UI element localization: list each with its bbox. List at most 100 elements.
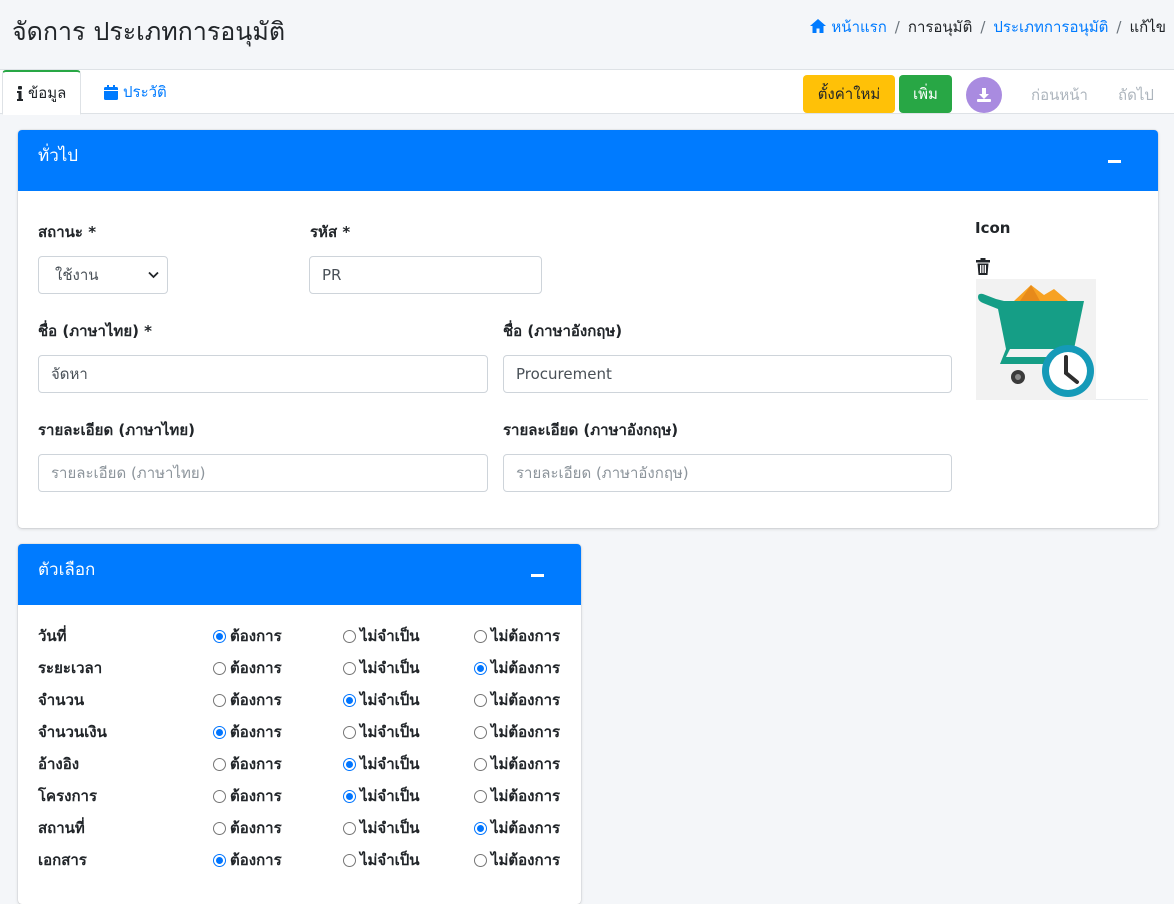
status-label: สถานะ *: [38, 223, 97, 241]
option-radio[interactable]: ต้องการ: [213, 720, 282, 744]
option-row-label: เอกสาร: [38, 851, 87, 869]
code-input[interactable]: PR: [309, 256, 542, 294]
prev-button[interactable]: ก่อนหน้า: [1031, 83, 1088, 107]
option-radio[interactable]: ไม่ต้องการ: [474, 656, 560, 680]
radio-button[interactable]: [213, 821, 226, 835]
option-radio[interactable]: ไม่ต้องการ: [474, 784, 560, 808]
radio-label: ไม่ต้องการ: [491, 723, 561, 741]
option-radio[interactable]: ต้องการ: [213, 848, 282, 872]
radio-button[interactable]: [213, 757, 226, 771]
radio-button[interactable]: [474, 789, 487, 803]
radio-button[interactable]: [343, 661, 356, 675]
radio-label: ไม่จำเป็น: [360, 851, 420, 869]
radio-label: ไม่ต้องการ: [491, 787, 561, 805]
radio-button[interactable]: [213, 629, 226, 643]
option-row-label: อ้างอิง: [38, 755, 80, 773]
desc-en-input[interactable]: รายละเอียด (ภาษาอังกฤษ): [503, 454, 952, 492]
radio-button[interactable]: [213, 693, 226, 707]
download-icon: [977, 88, 991, 102]
radio-button[interactable]: [343, 821, 356, 835]
option-radio[interactable]: ไม่ต้องการ: [474, 720, 560, 744]
option-radio[interactable]: ต้องการ: [213, 624, 282, 648]
icon-preview: [976, 279, 1148, 400]
option-radio[interactable]: ไม่จำเป็น: [343, 656, 420, 680]
option-radio[interactable]: ไม่ต้องการ: [474, 752, 560, 776]
radio-button[interactable]: [474, 661, 487, 675]
name-th-input[interactable]: จัดหา: [38, 355, 488, 393]
breadcrumb-item-approval-type[interactable]: ประเภทการอนุมัติ: [993, 15, 1108, 39]
tab-history-label: ประวัติ: [123, 83, 167, 101]
radio-button[interactable]: [474, 629, 487, 643]
toolbar: ข้อมูล ประวัติ ตั้งค่าใหม่ เพิ่ม ก่อนหน้…: [0, 70, 1174, 115]
page-title-prefix: จัดการ: [12, 17, 86, 46]
breadcrumb-home[interactable]: หน้าแรก: [809, 15, 887, 39]
general-card-title: ทั่วไป: [38, 146, 79, 166]
status-select[interactable]: ใช้งาน: [38, 256, 168, 294]
radio-button[interactable]: [474, 853, 487, 867]
add-button[interactable]: เพิ่ม: [899, 75, 952, 113]
desc-th-input[interactable]: รายละเอียด (ภาษาไทย): [38, 454, 488, 492]
radio-button[interactable]: [213, 661, 226, 675]
icon-label: Icon: [975, 219, 1011, 237]
breadcrumb-separator: /: [894, 18, 900, 36]
radio-button[interactable]: [343, 725, 356, 739]
radio-button[interactable]: [343, 629, 356, 643]
breadcrumb-separator: /: [1116, 18, 1122, 36]
radio-label: ไม่ต้องการ: [491, 819, 561, 837]
option-radio[interactable]: ไม่จำเป็น: [343, 720, 420, 744]
tab-info[interactable]: ข้อมูล: [2, 70, 82, 115]
radio-label: ต้องการ: [230, 755, 282, 773]
radio-label: ไม่จำเป็น: [360, 627, 420, 645]
radio-button[interactable]: [213, 853, 226, 867]
name-en-label: ชื่อ (ภาษาอังกฤษ): [503, 322, 623, 340]
name-en-input[interactable]: Procurement: [503, 355, 952, 393]
option-radio[interactable]: ต้องการ: [213, 784, 282, 808]
next-button[interactable]: ถัดไป: [1118, 83, 1154, 107]
options-card-title: ตัวเลือก: [38, 560, 96, 580]
collapse-options-button[interactable]: [531, 566, 545, 580]
reset-button[interactable]: ตั้งค่าใหม่: [803, 75, 895, 113]
radio-button[interactable]: [474, 757, 487, 771]
radio-label: ไม่จำเป็น: [360, 819, 420, 837]
option-radio[interactable]: ไม่จำเป็น: [343, 688, 420, 712]
breadcrumb-current: แก้ไข: [1129, 18, 1166, 36]
radio-button[interactable]: [343, 693, 356, 707]
option-radio[interactable]: ต้องการ: [213, 816, 282, 840]
collapse-general-button[interactable]: [1108, 152, 1122, 166]
radio-button[interactable]: [343, 757, 356, 771]
radio-button[interactable]: [474, 725, 487, 739]
option-radio[interactable]: ต้องการ: [213, 752, 282, 776]
radio-button[interactable]: [343, 853, 356, 867]
option-radio[interactable]: ไม่จำเป็น: [343, 752, 420, 776]
option-row-label: ระยะเวลา: [38, 659, 103, 677]
content-header: จัดการ ประเภทการอนุมัติ หน้าแรก / การอนุ…: [0, 0, 1174, 70]
code-label: รหัส *: [310, 223, 351, 241]
radio-label: ต้องการ: [230, 787, 282, 805]
option-radio[interactable]: ไม่จำเป็น: [343, 624, 420, 648]
radio-button[interactable]: [343, 789, 356, 803]
option-radio[interactable]: ต้องการ: [213, 688, 282, 712]
option-radio[interactable]: ไม่ต้องการ: [474, 624, 560, 648]
home-icon: [810, 19, 827, 33]
trash-icon[interactable]: [976, 258, 990, 275]
download-button[interactable]: [966, 77, 1002, 113]
option-radio[interactable]: ไม่ต้องการ: [474, 816, 560, 840]
option-radio[interactable]: ไม่ต้องการ: [474, 688, 560, 712]
option-row: เอกสาร ต้องการ ไม่จำเป็น ไม่ต้องการ: [38, 848, 578, 872]
radio-label: ไม่จำเป็น: [360, 659, 420, 677]
radio-button[interactable]: [474, 693, 487, 707]
radio-button[interactable]: [213, 725, 226, 739]
option-radio[interactable]: ต้องการ: [213, 656, 282, 680]
option-radio[interactable]: ไม่จำเป็น: [343, 784, 420, 808]
options-card: ตัวเลือก วันที่ ต้องการ ไม่จำเป็น ไม่ต้องกา…: [18, 544, 581, 904]
status-select-value: ใช้งาน: [55, 266, 99, 284]
radio-button[interactable]: [213, 789, 226, 803]
radio-label: ต้องการ: [230, 851, 282, 869]
general-card-header: ทั่วไป: [18, 130, 1158, 191]
option-radio[interactable]: ไม่จำเป็น: [343, 816, 420, 840]
option-radio[interactable]: ไม่จำเป็น: [343, 848, 420, 872]
option-radio[interactable]: ไม่ต้องการ: [474, 848, 560, 872]
tab-history[interactable]: ประวัติ: [90, 70, 181, 114]
radio-button[interactable]: [474, 821, 487, 835]
option-row: ระยะเวลา ต้องการ ไม่จำเป็น ไม่ต้องการ: [38, 656, 578, 680]
